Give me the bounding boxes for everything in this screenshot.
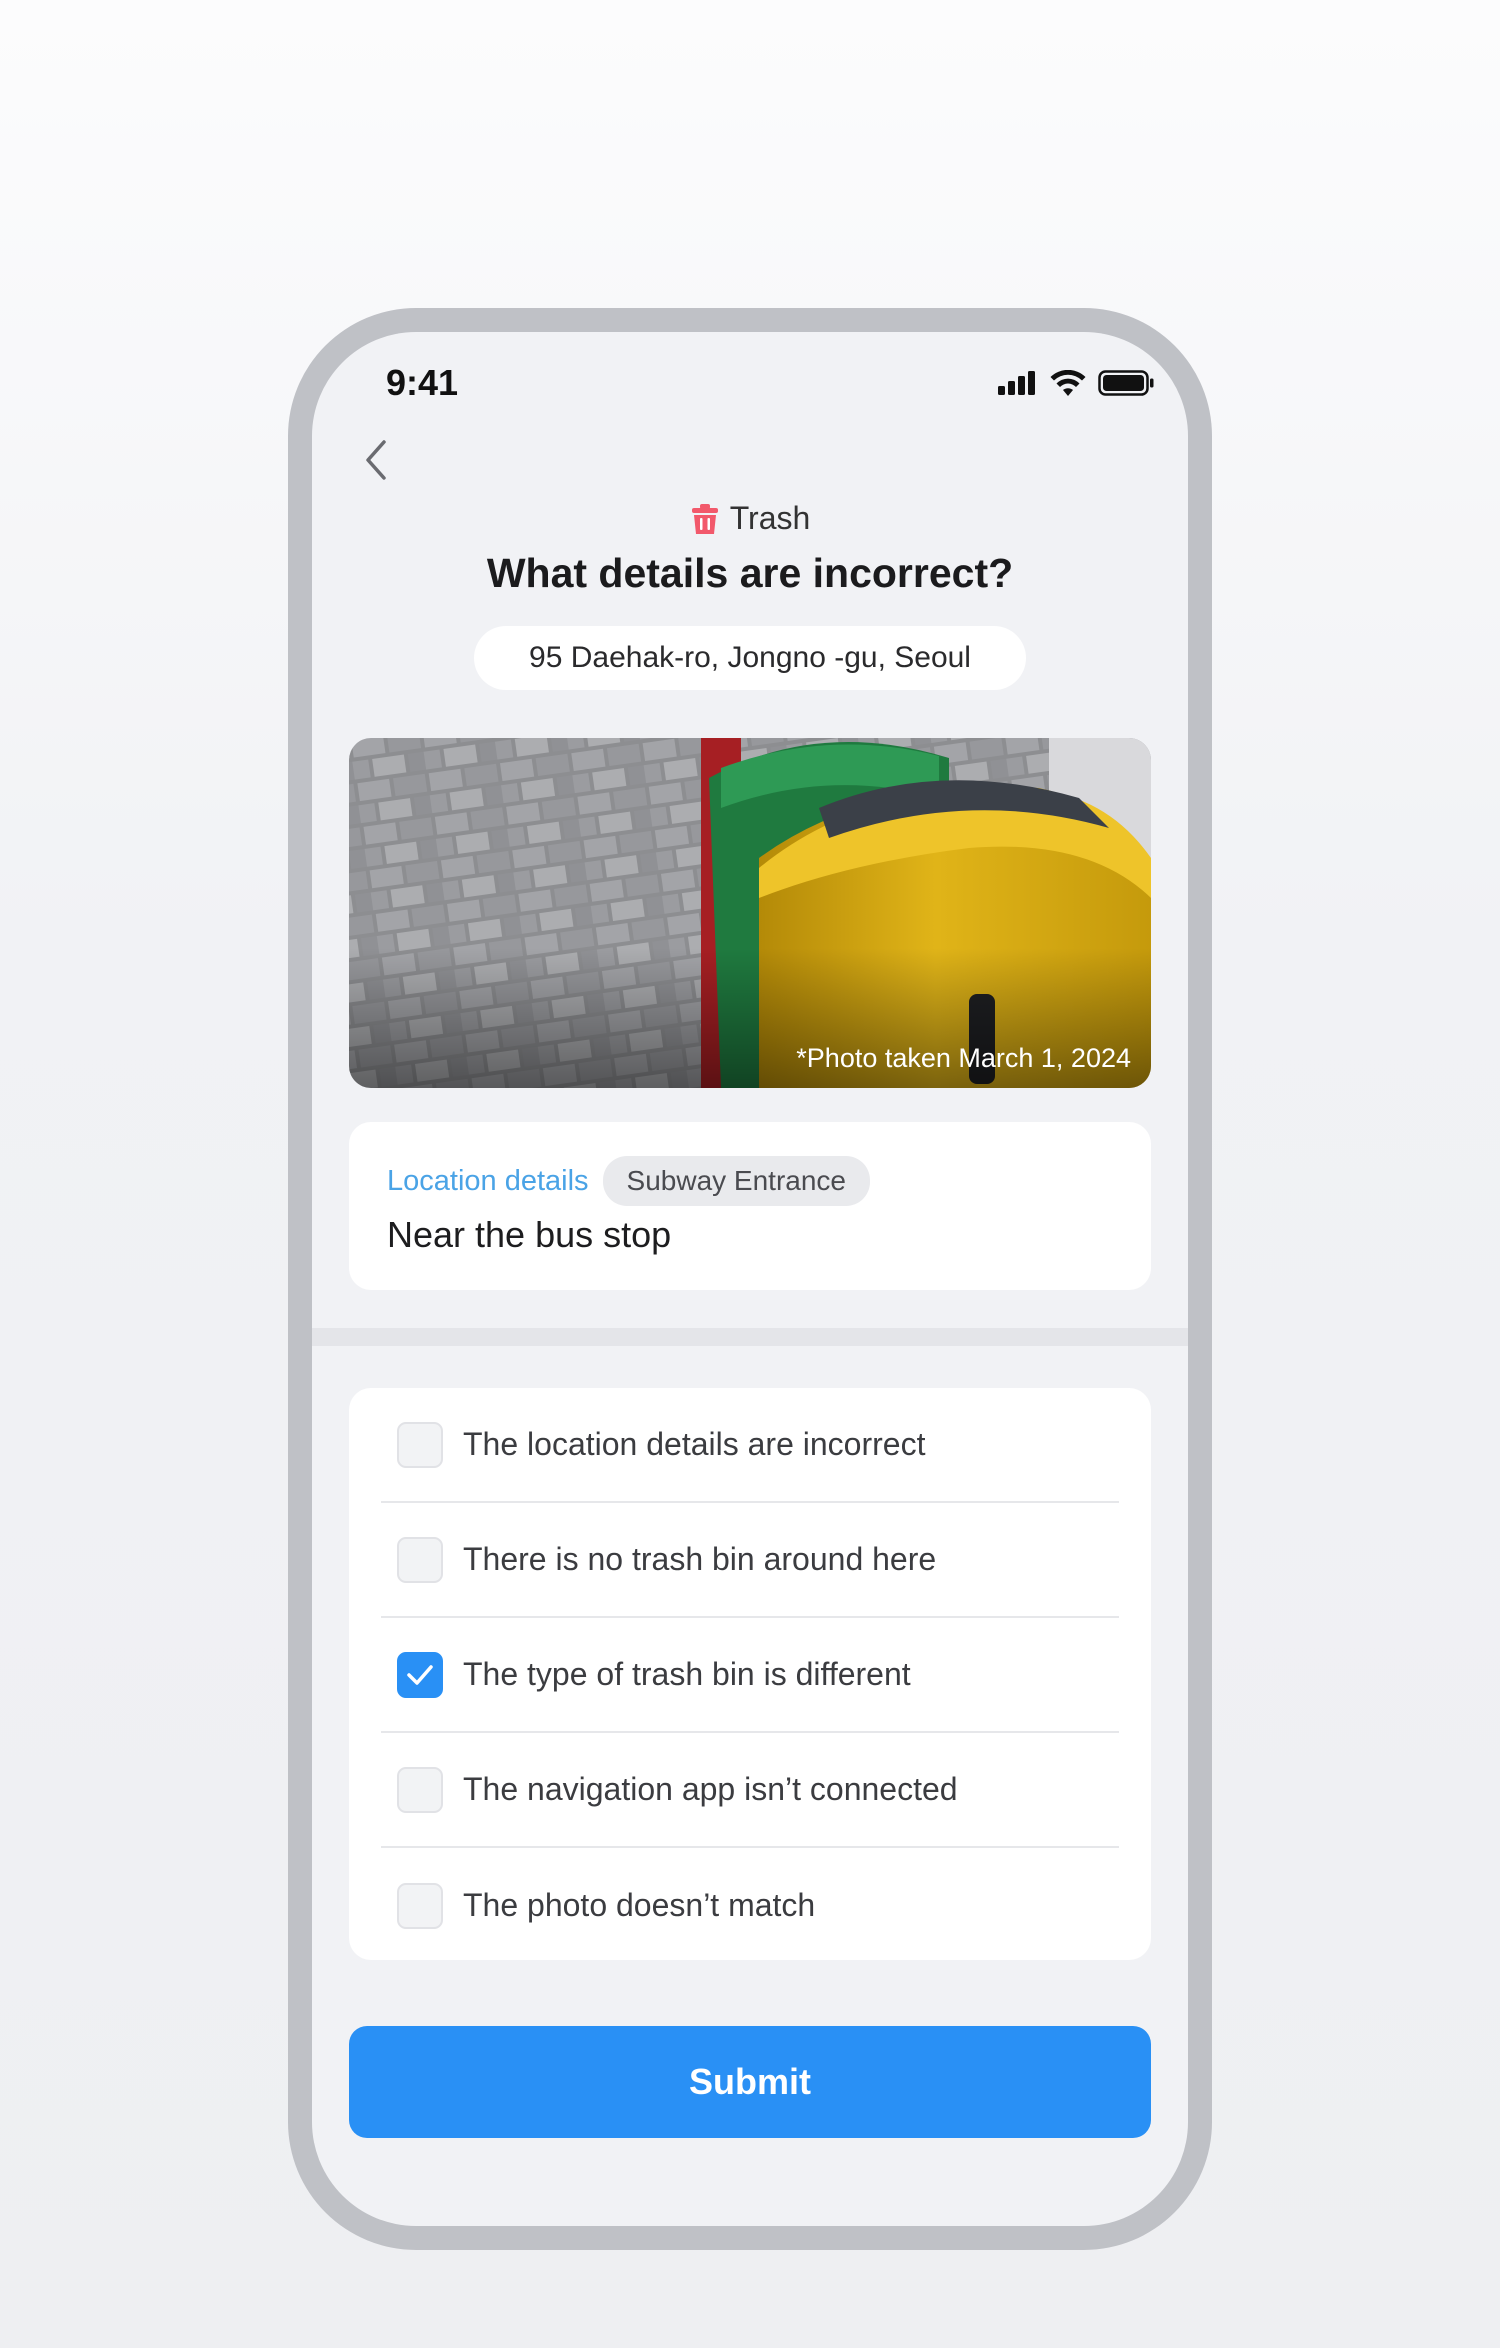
checkbox[interactable] [397,1536,443,1583]
option-label: The location details are incorrect [463,1426,926,1462]
checkbox[interactable] [397,1766,443,1813]
option-photo-mismatch[interactable]: The photo doesn’t match [381,1848,1119,1963]
status-time: 9:41 [386,362,459,403]
signal-icon [998,371,1035,395]
options-list: The location details are incorrect There… [349,1388,1151,1960]
location-label: Location details [387,1164,589,1197]
option-navigation-not-connected[interactable]: The navigation app isn’t connected [381,1733,1119,1848]
chevron-left-icon [366,440,386,480]
checkmark-icon [407,1664,433,1685]
option-label: The navigation app isn’t connected [463,1771,958,1807]
status-icons [998,370,1154,396]
phone-frame: 9:41 Trash What details are incorrect? 9… [288,308,1212,2250]
location-header: Location details Subway Entrance [387,1156,870,1206]
location-card: Location details Subway Entrance Near th… [349,1122,1151,1290]
option-label: The photo doesn’t match [463,1887,816,1923]
checkbox[interactable] [397,1882,443,1929]
location-text: Near the bus stop [387,1214,672,1255]
app-screen: 9:41 Trash What details are incorrect? 9… [312,332,1188,2226]
option-type-different[interactable]: The type of trash bin is different [381,1618,1119,1733]
submit-button[interactable]: Submit [349,2026,1151,2138]
location-tag: Subway Entrance [602,1156,870,1206]
section-divider [312,1328,1188,1346]
category-header: Trash [312,500,1188,537]
back-button[interactable] [352,436,400,484]
wifi-icon [1050,370,1086,396]
option-no-trash-bin[interactable]: There is no trash bin around here [381,1503,1119,1618]
category-label: Trash [729,500,811,536]
photo-image [349,738,1151,1088]
checkbox[interactable] [397,1421,443,1468]
page-title: What details are incorrect? [486,550,1014,596]
trash-bin-photo: *Photo taken March 1, 2024 [349,738,1151,1088]
option-location-incorrect[interactable]: The location details are incorrect [381,1388,1119,1503]
address-pill: 95 Daehak-ro, Jongno -gu, Seoul [474,626,1026,690]
photo-caption: *Photo taken March 1, 2024 [796,1043,1131,1073]
battery-icon [1098,370,1154,396]
option-label: There is no trash bin around here [463,1541,937,1577]
checkbox-checked[interactable] [397,1651,443,1698]
trash-icon [691,503,718,534]
status-bar: 9:41 [312,332,1188,432]
option-label: The type of trash bin is different [463,1656,911,1692]
